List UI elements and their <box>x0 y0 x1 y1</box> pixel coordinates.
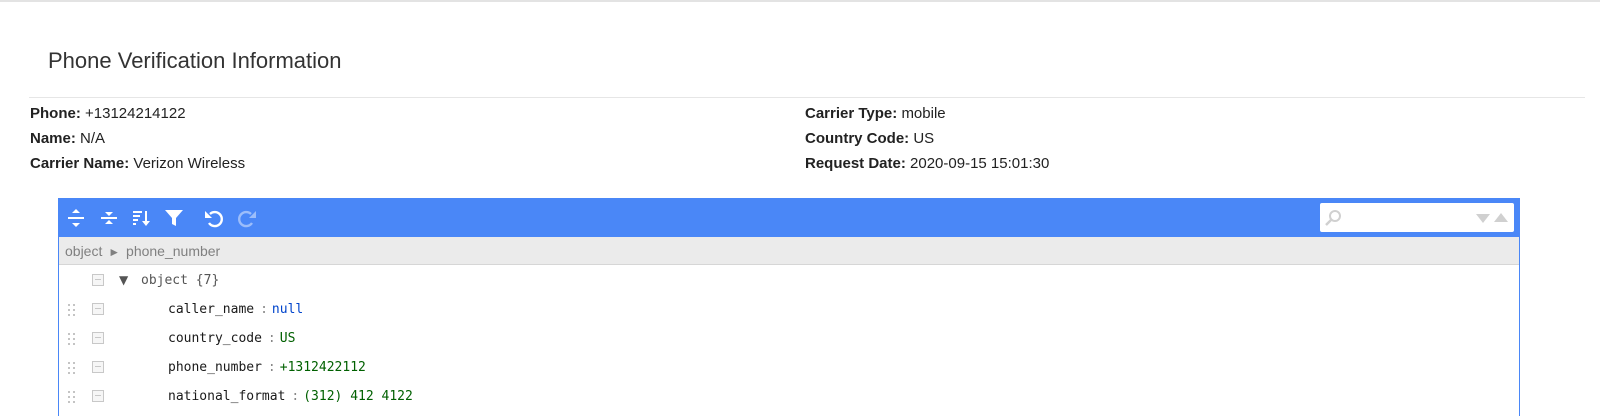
info-value: mobile <box>901 105 946 122</box>
root-count: {7} <box>195 273 220 288</box>
title-divider <box>29 97 1585 98</box>
editor-toolbar <box>59 199 1519 237</box>
tree-row: national_format: (312) 412 4122 <box>59 382 1519 411</box>
info-value: +13124214122 <box>85 105 186 122</box>
collapse-triangle-icon[interactable]: ▼ <box>119 266 128 295</box>
redo-icon <box>238 210 256 228</box>
tree-field: country_code: US <box>168 324 295 353</box>
drag-handle-icon[interactable] <box>67 362 77 374</box>
tree-row: phone_number: +1312422112 <box>59 353 1519 382</box>
search-previous-icon[interactable] <box>1493 212 1509 224</box>
collapse-all-button[interactable] <box>97 206 121 230</box>
tree-field: caller_name: null <box>168 295 303 324</box>
tree-field: national_format: (312) 412 4122 <box>168 382 413 411</box>
json-editor: object ► phone_number ▼ object {7} calle… <box>58 198 1520 416</box>
drag-handle-icon[interactable] <box>67 333 77 345</box>
expand-all-button[interactable] <box>64 206 88 230</box>
tree-root-row: ▼ object {7} <box>59 266 1519 295</box>
redo-button[interactable] <box>235 206 259 230</box>
info-row-country-code: Country Code: US <box>805 126 1049 151</box>
info-row-request-date: Request Date: 2020-09-15 15:01:30 <box>805 151 1049 176</box>
field-colon: : <box>291 389 300 404</box>
breadcrumb-separator: ► <box>108 245 121 259</box>
collapse-all-icon <box>101 212 117 224</box>
info-label: Country Code: <box>805 130 910 147</box>
tree-field: phone_number: +1312422112 <box>168 353 366 382</box>
context-menu-button[interactable] <box>92 274 104 286</box>
info-value: N/A <box>80 130 106 147</box>
info-value: 2020-09-15 15:01:30 <box>910 155 1050 172</box>
info-row-name: Name: N/A <box>30 126 245 151</box>
drag-handle-icon[interactable] <box>67 391 77 403</box>
info-label: Name: <box>30 130 76 147</box>
info-row-carrier-name: Carrier Name: Verizon Wireless <box>30 151 245 176</box>
field-key[interactable]: national_format <box>168 389 285 404</box>
search-input[interactable] <box>1344 207 1470 228</box>
filter-icon <box>165 210 183 226</box>
root-label: object {7} <box>141 266 219 295</box>
undo-icon <box>205 210 223 228</box>
verification-panel: Phone Verification Information Phone: +1… <box>7 2 1600 416</box>
json-tree: ▼ object {7} caller_name: null country_c… <box>59 266 1519 411</box>
field-key[interactable]: caller_name <box>168 302 254 317</box>
sort-icon <box>133 211 150 226</box>
filter-button[interactable] <box>162 206 186 230</box>
info-value: US <box>913 130 935 147</box>
undo-button[interactable] <box>202 206 226 230</box>
context-menu-button[interactable] <box>92 303 104 315</box>
field-colon: : <box>267 360 276 375</box>
info-column-right: Carrier Type: mobile Country Code: US Re… <box>805 101 1049 176</box>
field-key[interactable]: phone_number <box>168 360 262 375</box>
context-menu-button[interactable] <box>92 361 104 373</box>
sort-button[interactable] <box>129 206 153 230</box>
context-menu-button[interactable] <box>92 390 104 402</box>
field-value[interactable]: (312) 412 4122 <box>303 389 413 404</box>
drag-handle-icon[interactable] <box>67 304 77 316</box>
expand-all-icon <box>68 209 84 227</box>
field-value[interactable]: null <box>272 302 303 317</box>
context-menu-button[interactable] <box>92 332 104 344</box>
tree-row: caller_name: null <box>59 295 1519 324</box>
field-key[interactable]: country_code <box>168 331 262 346</box>
search-icon <box>1325 210 1341 226</box>
info-label: Request Date: <box>805 155 906 172</box>
search-box <box>1320 203 1514 232</box>
field-colon: : <box>260 302 268 317</box>
field-value[interactable]: US <box>280 331 296 346</box>
field-colon: : <box>267 331 276 346</box>
info-value: Verizon Wireless <box>133 155 246 172</box>
breadcrumb-root[interactable]: object <box>65 243 102 259</box>
info-row-carrier-type: Carrier Type: mobile <box>805 101 1049 126</box>
search-next-icon[interactable] <box>1475 212 1491 224</box>
tree-row: country_code: US <box>59 324 1519 353</box>
info-label: Carrier Type: <box>805 105 898 122</box>
field-value[interactable]: +1312422112 <box>280 360 366 375</box>
info-column-left: Phone: +13124214122 Name: N/A Carrier Na… <box>30 101 245 176</box>
info-label: Phone: <box>30 105 81 122</box>
info-label: Carrier Name: <box>30 155 130 172</box>
info-row-phone: Phone: +13124214122 <box>30 101 245 126</box>
breadcrumb-current[interactable]: phone_number <box>126 243 220 259</box>
root-type: object <box>141 273 188 288</box>
page-title: Phone Verification Information <box>48 48 342 73</box>
breadcrumb: object ► phone_number <box>59 237 1519 265</box>
